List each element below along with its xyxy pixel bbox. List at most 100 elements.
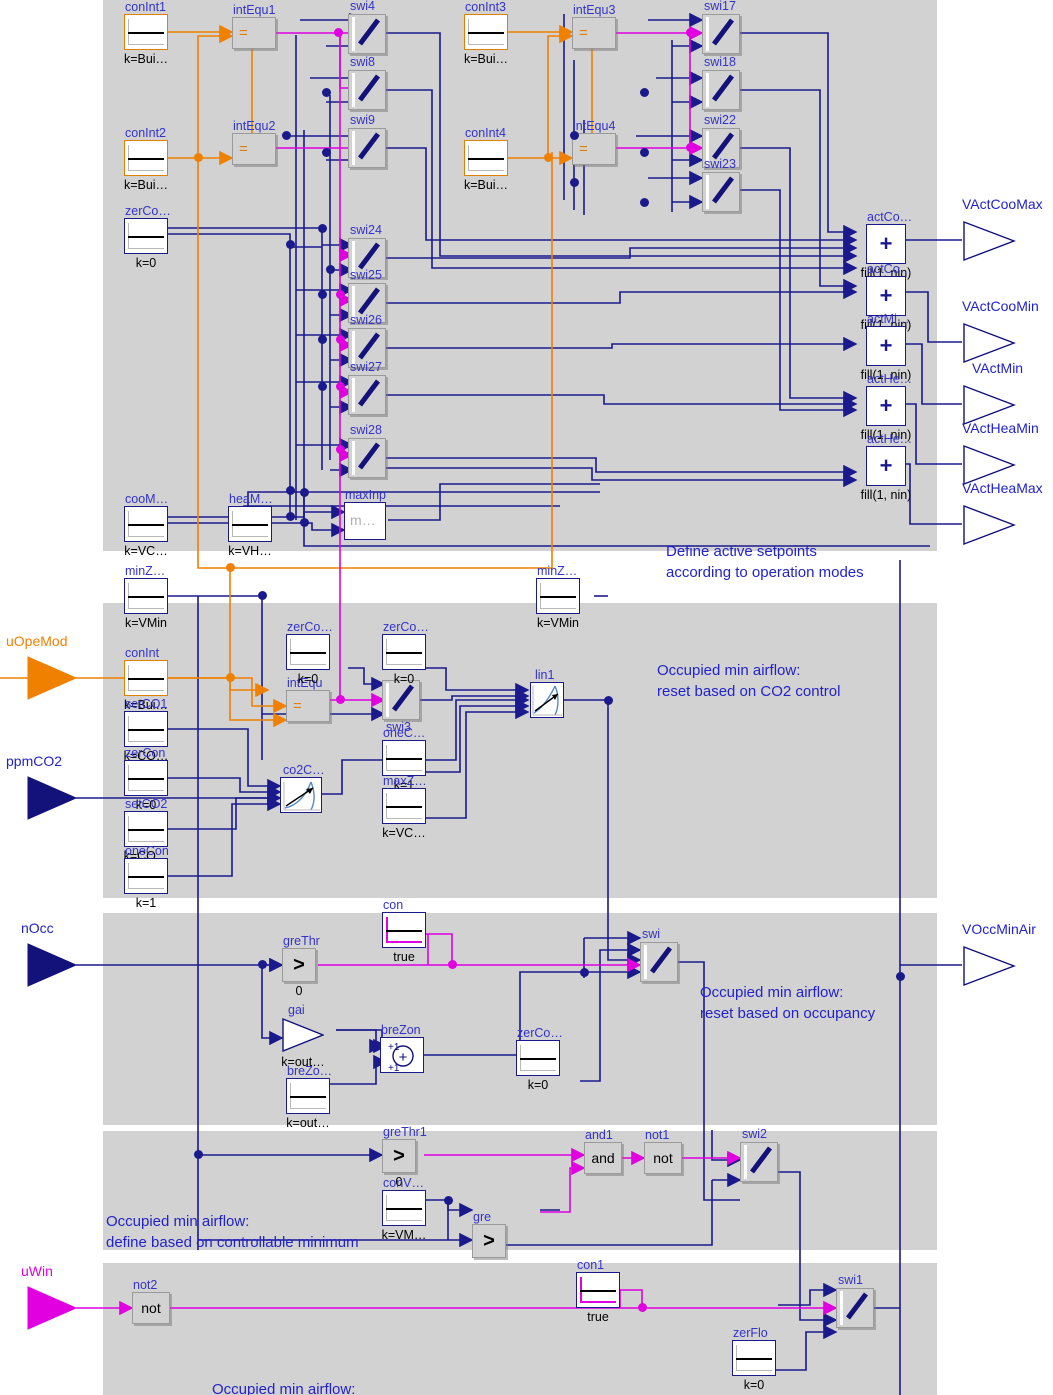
const-oneCon[interactable]: oneCon k=1 [124, 844, 169, 910]
const-zerCo-co2b[interactable]: zerCo… k=0 [382, 620, 429, 686]
output-port-VActHeaMax[interactable]: VActHeaMax [962, 480, 1043, 551]
const-zerFlo[interactable]: zerFlo k=0 [732, 1326, 776, 1392]
junction-dot [300, 488, 309, 497]
switch-swi3[interactable]: swi3 [382, 680, 420, 734]
logic-not2[interactable]: not2 not [132, 1278, 170, 1324]
block-intEqu4-label: intEqu4 [573, 119, 616, 133]
switch-swi8[interactable]: swi8 [348, 55, 386, 110]
switch-swi4[interactable]: swi4 [348, 0, 386, 54]
input-port-nOcc[interactable]: nOcc [21, 920, 78, 993]
junction-dot [336, 335, 345, 344]
block-intEqu[interactable]: intEqu = [286, 676, 330, 722]
adder-actCooMin-symbol: + [879, 283, 893, 308]
block-intEqu3-symbol: = [579, 24, 588, 42]
const-conInt1[interactable]: conInt1 k=Bui… [124, 0, 168, 66]
logic-not1-text: not [653, 1150, 673, 1166]
const-breZon[interactable]: breZo… k=out… [286, 1064, 332, 1130]
block-lin1[interactable]: lin1 [530, 668, 564, 718]
const-minZon-right-param: k=VMin [536, 616, 580, 630]
switch-swi[interactable]: swi [640, 927, 678, 982]
junction-dot [570, 178, 579, 187]
svg-text:+1: +1 [388, 1063, 400, 1074]
input-port-uWin[interactable]: uWin [21, 1263, 78, 1336]
junction-dot [570, 131, 579, 140]
adder-actCooMin[interactable]: actCo… + fill(1, nin) [861, 262, 913, 332]
switch-swi23[interactable]: swi23 [702, 157, 740, 212]
output-label-VActCooMax: VActCooMax [962, 196, 1043, 212]
switch-swi17[interactable]: swi17 [702, 0, 740, 54]
block-intEqu2[interactable]: intEqu2 = [232, 119, 276, 165]
logic-not1[interactable]: not1 not [644, 1128, 682, 1174]
const-zerCo-co2a[interactable]: zerCo… k=0 [286, 620, 333, 686]
const-zerCo-occ[interactable]: zerCo… k=0 [516, 1026, 563, 1092]
const-conInt2-param: k=Bui… [123, 178, 169, 192]
input-label-uWin: uWin [21, 1263, 53, 1279]
block-maxInp-text: m… [350, 512, 376, 528]
adder-actCooMax-label: actCo… [867, 210, 913, 224]
block-intEqu3[interactable]: intEqu3 = [572, 3, 616, 49]
switch-swi23-label: swi23 [704, 157, 736, 171]
comparator-greThr-param: 0 [295, 984, 303, 998]
const-cooMax-param: k=VC… [124, 544, 168, 558]
const-heaMax[interactable]: heaM… k=VH… [228, 492, 273, 558]
switch-swi28[interactable]: swi28 [348, 423, 386, 478]
adder-actMin[interactable]: actMi… + fill(1, nin) [861, 312, 912, 382]
junction-dot [322, 148, 331, 157]
const-conInt3[interactable]: conInt3 k=Bui… [464, 0, 508, 66]
junction-dot [286, 486, 295, 495]
const-conVal[interactable]: conV… k=VM… [382, 1176, 427, 1242]
block-intEqu4[interactable]: intEqu4 = [572, 119, 616, 165]
switch-swi18[interactable]: swi18 [702, 55, 740, 110]
const-zerCon[interactable]: zerCon k=0 [124, 746, 168, 812]
bool-const-con1[interactable]: con1 true [576, 1258, 620, 1324]
const-oneCo-label: oneC… [383, 726, 426, 740]
junction-dot [640, 88, 649, 97]
junction-dot [226, 673, 235, 682]
block-breZon-sum[interactable]: breZon + +1 +1 [380, 1023, 424, 1074]
switch-swi27[interactable]: swi27 [348, 360, 386, 415]
block-maxInp[interactable]: maxInp m… [344, 488, 386, 540]
block-co2Control[interactable]: co2C… [280, 763, 325, 813]
const-zerCo-s1-param: k=0 [135, 256, 157, 270]
const-conInt2[interactable]: conInt2 k=Bui… [124, 126, 168, 192]
const-minZon-right-label: minZ… [537, 564, 578, 578]
adder-actCooMax[interactable]: actCo… + fill(1, nin) [861, 210, 913, 280]
block-gai[interactable]: gai k=out… [281, 1003, 324, 1069]
bool-const-con[interactable]: con true [382, 898, 426, 964]
const-zerCo-s1[interactable]: zerCo… k=0 [124, 204, 171, 270]
logic-not2-label: not2 [133, 1278, 158, 1292]
const-heaMax-param: k=VH… [228, 544, 272, 558]
const-oneCon-param: k=1 [135, 896, 157, 910]
const-cooMax[interactable]: cooM… k=VC… [124, 492, 168, 558]
const-minZon-right[interactable]: minZ… k=VMin [536, 564, 580, 630]
switch-swi9[interactable]: swi9 [348, 113, 386, 168]
comparator-greThr1[interactable]: greThr1 > 0 [382, 1125, 427, 1189]
const-minZon-left-label: minZ… [125, 564, 166, 578]
const-setCO2[interactable]: setCO2 k=CO… [124, 797, 169, 863]
input-port-uOpeMod[interactable]: uOpeMod [6, 633, 78, 706]
output-port-VActCooMax[interactable]: VActCooMax [962, 196, 1043, 267]
const-conInt3-param: k=Bui… [463, 52, 509, 66]
junction-dot [334, 28, 343, 37]
output-port-VOccMinAir[interactable]: VOccMinAir [962, 921, 1036, 992]
const-oneCo[interactable]: oneC… k=1 [382, 726, 426, 792]
logic-and1[interactable]: and1 and [584, 1128, 622, 1174]
adder-actHeaMax[interactable]: actHe… + fill(1, nin) [861, 432, 913, 502]
output-label-VActHeaMax: VActHeaMax [962, 480, 1043, 496]
switch-swi2[interactable]: swi2 [740, 1127, 778, 1182]
const-conInt4[interactable]: conInt4 k=Bui… [464, 126, 508, 192]
switch-swi1[interactable]: swi1 [836, 1273, 874, 1328]
input-port-ppmCO2[interactable]: ppmCO2 [6, 753, 78, 826]
const-minZon-left[interactable]: minZ… k=VMin [124, 564, 168, 630]
comparator-greThr[interactable]: greThr > 0 [282, 934, 320, 998]
block-intEqu2-label: intEqu2 [233, 119, 276, 133]
block-gai-label: gai [288, 1003, 305, 1017]
const-setCO1[interactable]: setCO1 k=CO… [124, 697, 169, 763]
const-maxZon[interactable]: maxZ… k=VC… [382, 774, 427, 840]
comparator-gre[interactable]: gre > [472, 1210, 506, 1258]
const-conInt[interactable]: conInt k=Bui… [124, 646, 168, 712]
const-breZon-param: k=out… [286, 1116, 330, 1130]
annotation-co2: Occupied min airflow: reset based on CO2 … [657, 662, 841, 700]
adder-actHeaMin[interactable]: actHe… + fill(1, nin) [861, 372, 913, 442]
block-intEqu1[interactable]: intEqu1 = [232, 3, 276, 49]
